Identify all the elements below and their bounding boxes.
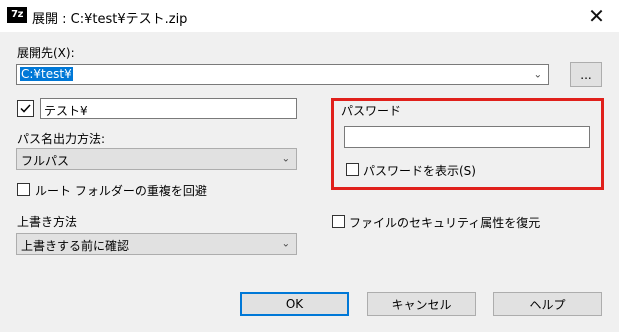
extract-to-value: C:¥test¥ [20,67,73,81]
eliminate-root-label: ルート フォルダーの重複を回避 [35,184,207,198]
window-title: 展開 : C:¥test¥テスト.zip [32,12,188,27]
extract-to-label: 展開先(X): [17,46,75,60]
close-icon: ✕ [588,4,605,28]
subfolder-value: テスト¥ [44,104,88,118]
cancel-button[interactable]: キャンセル [367,292,476,316]
show-password-label: パスワードを表示(S) [363,164,476,178]
overwrite-select[interactable]: 上書きする前に確認 ⌄ [16,233,297,255]
overwrite-label: 上書き方法 [17,215,78,229]
chevron-down-icon: ⌄ [281,153,290,165]
app-7zip-icon: 7z [7,7,27,23]
chevron-down-icon: ⌄ [533,69,542,80]
path-mode-value: フルパス [21,154,70,168]
close-button[interactable]: ✕ [574,0,619,32]
title-bar: 7z 展開 : C:¥test¥テスト.zip ✕ [0,0,619,32]
ok-button[interactable]: OK [240,292,349,316]
subfolder-input[interactable]: テスト¥ [40,98,297,119]
overwrite-value: 上書きする前に確認 [21,239,130,253]
path-mode-label: パス名出力方法: [17,132,106,146]
extract-to-combo[interactable]: C:¥test¥ ⌄ [16,64,549,85]
path-mode-select[interactable]: フルパス ⌄ [16,148,297,170]
checkmark-icon [20,104,31,113]
password-label: パスワード [341,104,402,118]
password-input[interactable] [344,126,590,148]
chevron-down-icon: ⌄ [281,238,290,250]
restore-security-checkbox[interactable] [332,215,345,228]
show-password-checkbox[interactable] [346,163,359,176]
browse-button[interactable]: ... [570,62,602,87]
subfolder-checkbox[interactable] [17,100,34,117]
eliminate-root-checkbox[interactable] [17,183,30,196]
help-button[interactable]: ヘルプ [493,292,602,316]
restore-security-label: ファイルのセキュリティ属性を復元 [349,216,541,230]
